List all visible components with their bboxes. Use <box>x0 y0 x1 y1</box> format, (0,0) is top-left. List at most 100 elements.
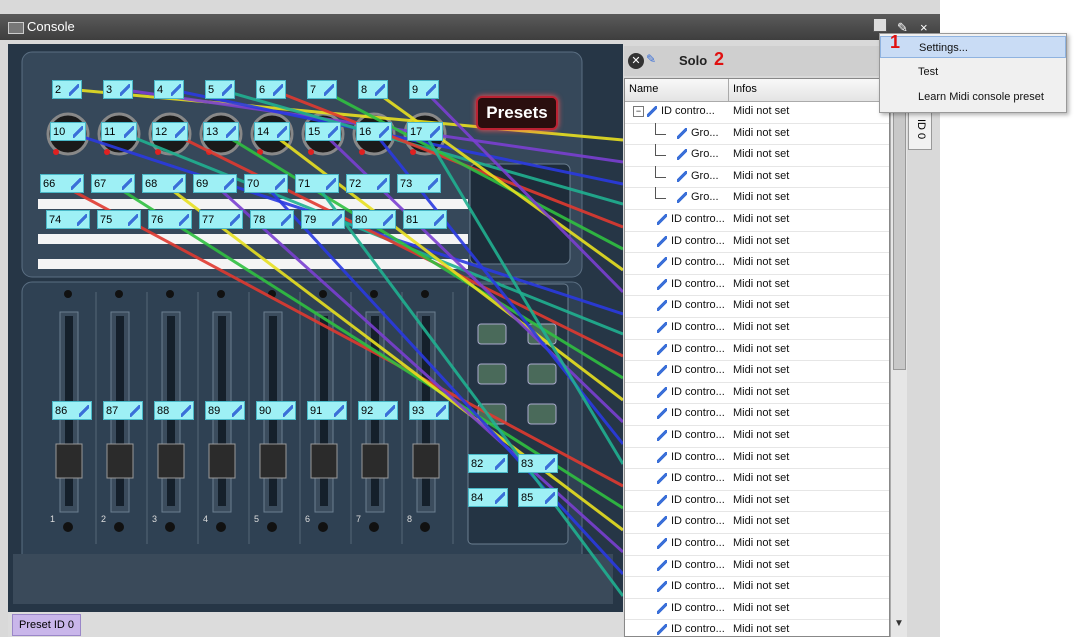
tree-row[interactable]: Gro... Midi not set <box>625 122 889 146</box>
tree-row[interactable]: ID contro... Midi not set <box>625 382 889 405</box>
control-badge[interactable]: 15 <box>305 122 341 141</box>
tree-row[interactable]: ID contro... Midi not set <box>625 490 889 513</box>
scroll-down-icon[interactable]: ▼ <box>894 618 904 629</box>
tree-scrollbar[interactable]: ▼ <box>890 78 907 637</box>
tool-icon[interactable]: ✎ <box>646 52 662 68</box>
control-badge[interactable]: 7 <box>307 80 337 99</box>
control-badge[interactable]: 86 <box>52 401 92 420</box>
tree-row[interactable]: Gro... Midi not set <box>625 187 889 210</box>
channel-button <box>369 522 379 532</box>
control-badge[interactable]: 85 <box>518 488 558 507</box>
row-name: Gro... <box>691 191 719 204</box>
control-badge[interactable]: 14 <box>254 122 290 141</box>
tree-row[interactable]: ID contro... Midi not set <box>625 447 889 470</box>
control-badge[interactable]: 89 <box>205 401 245 420</box>
menu-item-settings[interactable]: Settings... <box>880 36 1066 58</box>
control-badge[interactable]: 11 <box>101 122 137 141</box>
knob-led <box>308 149 314 155</box>
pen-icon <box>277 126 287 138</box>
badge-number: 74 <box>49 214 62 226</box>
control-badge[interactable]: 13 <box>203 122 239 141</box>
control-badge[interactable]: 71 <box>295 174 339 193</box>
tree-row[interactable]: ID contro... Midi not set <box>625 511 889 534</box>
column-name[interactable]: Name <box>629 83 658 95</box>
control-badge[interactable]: 12 <box>152 122 188 141</box>
badge-number: 68 <box>145 178 158 190</box>
control-badge[interactable]: 77 <box>199 210 243 229</box>
pen-icon <box>181 405 191 417</box>
control-badge[interactable]: 16 <box>356 122 392 141</box>
solo-label[interactable]: Solo <box>679 53 707 68</box>
tree-row[interactable]: ID contro... Midi not set <box>625 403 889 426</box>
control-badge[interactable]: 10 <box>50 122 86 141</box>
tree-row[interactable]: ID contro... Midi not set <box>625 231 889 254</box>
side-tab-id[interactable]: ID 0 <box>908 108 932 150</box>
controls-tree[interactable]: Name Infos − ID contro... Midi not set Gro.… <box>624 78 890 637</box>
control-badge[interactable]: 92 <box>358 401 398 420</box>
close-circle-icon[interactable]: ✕ <box>628 53 644 69</box>
control-badge[interactable]: 66 <box>40 174 84 193</box>
control-badge[interactable]: 87 <box>103 401 143 420</box>
control-badge[interactable]: 91 <box>307 401 347 420</box>
row-name: ID contro... <box>671 299 725 312</box>
control-badge[interactable]: 88 <box>154 401 194 420</box>
presets-button[interactable]: Presets <box>476 96 558 130</box>
tree-row[interactable]: Gro... Midi not set <box>625 144 889 167</box>
console-window: Console ✎ × 12345678 2 3 4 5 6 7 8 9 10 11 12 13 14 1… <box>0 0 940 637</box>
minimize-icon[interactable] <box>873 18 887 32</box>
pen-icon <box>426 84 436 96</box>
control-badge[interactable]: 8 <box>358 80 388 99</box>
tree-row[interactable]: ID contro... Midi not set <box>625 274 889 297</box>
tree-row[interactable]: ID contro... Midi not set <box>625 555 889 578</box>
title-bar[interactable]: Console ✎ × <box>0 14 940 40</box>
column-infos[interactable]: Infos <box>733 83 757 95</box>
control-badge[interactable]: 4 <box>154 80 184 99</box>
menu-item-test[interactable]: Test <box>880 61 1066 83</box>
control-badge[interactable]: 81 <box>403 210 447 229</box>
control-badge[interactable]: 70 <box>244 174 288 193</box>
tree-row[interactable]: ID contro... Midi not set <box>625 468 889 491</box>
control-badge[interactable]: 82 <box>468 454 508 473</box>
tree-row[interactable]: ID contro... Midi not set <box>625 576 889 599</box>
tree-row[interactable]: ID contro... Midi not set <box>625 533 889 556</box>
control-badge[interactable]: 93 <box>409 401 449 420</box>
control-badge[interactable]: 76 <box>148 210 192 229</box>
tree-row[interactable]: ID contro... Midi not set <box>625 425 889 448</box>
control-badge[interactable]: 75 <box>97 210 141 229</box>
pen-icon <box>375 84 385 96</box>
tree-row[interactable]: ID contro... Midi not set <box>625 619 889 636</box>
control-badge[interactable]: 68 <box>142 174 186 193</box>
control-badge[interactable]: 3 <box>103 80 133 99</box>
control-badge[interactable]: 83 <box>518 454 558 473</box>
row-info: Midi not set <box>733 277 790 290</box>
tree-row[interactable]: − ID contro... Midi not set <box>625 101 889 124</box>
tree-row[interactable]: ID contro... Midi not set <box>625 317 889 340</box>
tree-row[interactable]: ID contro... Midi not set <box>625 209 889 232</box>
control-badge[interactable]: 79 <box>301 210 345 229</box>
control-badge[interactable]: 80 <box>352 210 396 229</box>
control-badge[interactable]: 5 <box>205 80 235 99</box>
control-badge[interactable]: 72 <box>346 174 390 193</box>
menu-item-learn-midi-console-preset[interactable]: Learn Midi console preset <box>880 86 1066 108</box>
control-badge[interactable]: 84 <box>468 488 508 507</box>
tree-row[interactable]: ID contro... Midi not set <box>625 252 889 275</box>
tree-row[interactable]: ID contro... Midi not set <box>625 598 889 621</box>
collapse-icon[interactable]: − <box>633 106 644 117</box>
control-badge[interactable]: 74 <box>46 210 90 229</box>
tree-row[interactable]: Gro... Midi not set <box>625 165 889 189</box>
control-badge[interactable]: 73 <box>397 174 441 193</box>
tree-row[interactable]: ID contro... Midi not set <box>625 295 889 318</box>
row-name: ID contro... <box>671 493 725 506</box>
control-badge[interactable]: 17 <box>407 122 443 141</box>
scroll-thumb[interactable] <box>893 98 906 370</box>
control-badge[interactable]: 78 <box>250 210 294 229</box>
control-badge[interactable]: 6 <box>256 80 286 99</box>
tree-row[interactable]: ID contro... Midi not set <box>625 360 889 383</box>
control-badge[interactable]: 69 <box>193 174 237 193</box>
control-badge[interactable]: 67 <box>91 174 135 193</box>
control-badge[interactable]: 90 <box>256 401 296 420</box>
row-info: Midi not set <box>733 558 790 571</box>
control-badge[interactable]: 9 <box>409 80 439 99</box>
tree-row[interactable]: ID contro... Midi not set <box>625 339 889 362</box>
control-badge[interactable]: 2 <box>52 80 82 99</box>
